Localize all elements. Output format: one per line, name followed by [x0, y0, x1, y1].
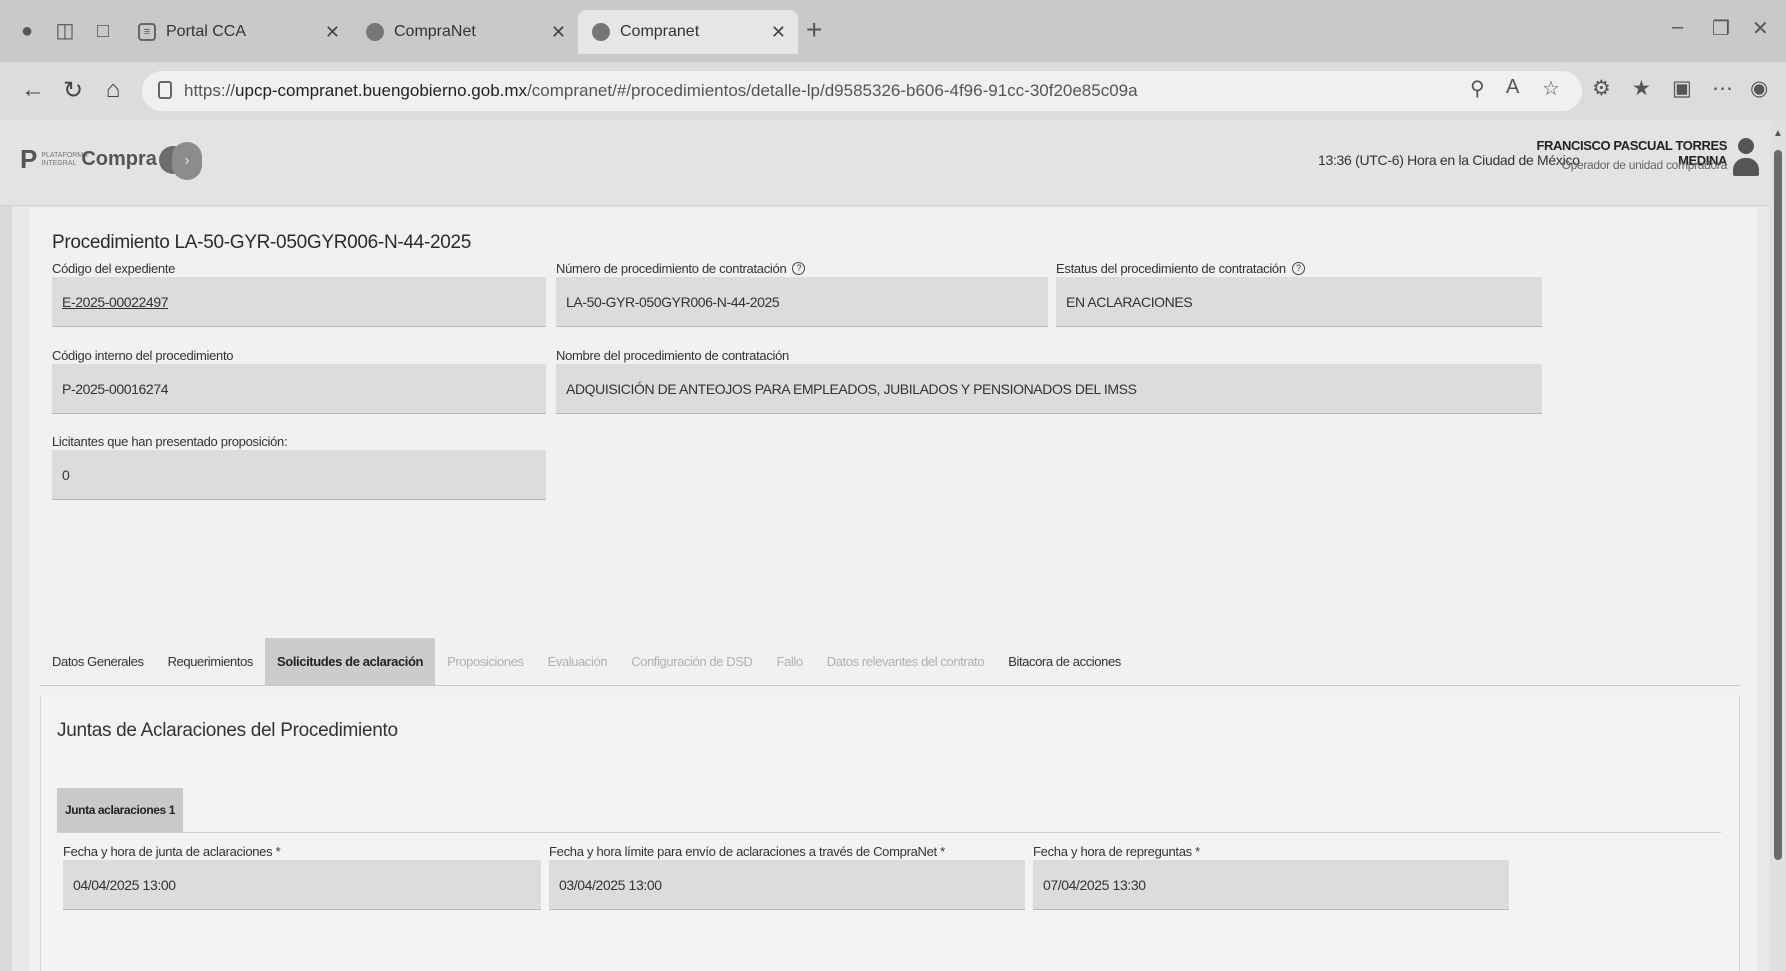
zoom-icon[interactable]: ⚲ [1470, 76, 1485, 101]
user-icon-head [1738, 138, 1754, 154]
help-icon[interactable]: ? [1291, 262, 1305, 275]
page-info-icon[interactable] [158, 81, 172, 99]
juntas-section: Juntas de Aclaraciones del Procedimiento… [40, 696, 1740, 971]
tab-proposiciones: Proposiciones [447, 654, 524, 669]
tab-label: Portal CCA [166, 23, 247, 40]
tab-actions-icon[interactable]: □ [90, 18, 116, 44]
tab-portal-cca[interactable]: ≡ Portal CCA ✕ [124, 10, 352, 54]
collections-icon[interactable]: ▣ [1672, 76, 1692, 101]
url-field[interactable]: https://upcp-compranet.buengobierno.gob.… [142, 71, 1582, 111]
divider [57, 832, 1721, 833]
avatar[interactable] [1732, 138, 1760, 178]
globe-icon [366, 23, 384, 41]
codigo-expediente-label: Código del expediente [52, 261, 176, 276]
tab-configuracion-dsd: Configuración de DSD [631, 654, 753, 669]
tab-label: CompraNet [394, 23, 476, 40]
url-prefix: https:// [184, 81, 236, 100]
procedure-tabs: Datos Generales Requerimientos Solicitud… [40, 638, 1740, 686]
restore-icon[interactable]: ❐ [1712, 16, 1730, 41]
tab-requerimientos[interactable]: Requerimientos [156, 638, 265, 685]
codigo-interno-field: P-2025-00016274 [52, 364, 546, 414]
tab-datos-generales[interactable]: Datos Generales [40, 638, 156, 685]
new-tab-icon[interactable]: + [806, 14, 822, 46]
favorites-icon[interactable]: ★ [1632, 76, 1651, 101]
compranet-logo[interactable]: P PLATAFORMA INTEGRAL Compra [20, 144, 187, 175]
procedure-card: Procedimiento LA-50-GYR-050GYR006-N-44-2… [30, 208, 1758, 971]
estatus-label: Estatus del procedimiento de contratació… [1056, 261, 1305, 276]
fecha-junta-field: 04/04/2025 13:00 [63, 860, 541, 910]
more-icon[interactable]: ⋯ [1712, 76, 1733, 101]
nombre-procedimiento-label: Nombre del procedimiento de contratación [556, 348, 789, 363]
tab-junta-aclaraciones-1[interactable]: Junta aclaraciones 1 [57, 788, 183, 832]
page-title: Procedimiento LA-50-GYR-050GYR006-N-44-2… [52, 232, 472, 253]
tab-datos-relevantes-contrato: Datos relevantes del contrato [826, 654, 985, 669]
app-header: P PLATAFORMA INTEGRAL Compra › 13:36 (UT… [0, 120, 1770, 206]
codigo-interno-label: Código interno del procedimiento [52, 348, 234, 363]
close-icon[interactable]: ✕ [551, 22, 566, 43]
close-icon[interactable]: ✕ [771, 22, 786, 43]
url-host: upcp-compranet.buengobierno.gob.mx [235, 81, 528, 100]
profile-icon[interactable]: ● [14, 18, 40, 44]
main-content: Procedimiento LA-50-GYR-050GYR006-N-44-2… [12, 206, 1770, 971]
minimize-icon[interactable]: – [1672, 16, 1683, 39]
tab-evaluacion: Evaluación [547, 654, 608, 669]
fecha-limite-field: 03/04/2025 13:00 [549, 860, 1025, 910]
browser-tab-bar: ● ◫ □ ≡ Portal CCA ✕ CompraNet ✕ Compran… [0, 0, 1786, 62]
nombre-procedimiento-field: ADQUISICIÓN DE ANTEOJOS PARA EMPLEADOS, … [556, 364, 1542, 414]
licitantes-field: 0 [52, 450, 546, 500]
user-icon-body [1733, 158, 1759, 176]
help-icon[interactable]: ? [792, 262, 806, 275]
document-icon: ≡ [138, 23, 156, 41]
user-role: Operador de unidad compradora [1561, 158, 1728, 172]
fecha-repreguntas-label: Fecha y hora de repreguntas * [1033, 844, 1200, 859]
tab-bitacora-acciones[interactable]: Bitacora de acciones [996, 638, 1133, 685]
workspaces-icon[interactable]: ◫ [52, 18, 78, 44]
tab-fallo: Fallo [776, 654, 804, 669]
url-path: /compranet/#/procedimientos/detalle-lp/d… [527, 81, 1138, 100]
globe-icon [592, 23, 610, 41]
fecha-limite-label: Fecha y hora límite para envío de aclara… [549, 844, 945, 859]
window-close-icon[interactable]: ✕ [1752, 16, 1769, 41]
numero-procedimiento-label: Número de procedimiento de contratación? [556, 261, 806, 276]
extensions-icon[interactable]: ⚙ [1592, 76, 1611, 101]
address-bar-row: ← ↻ ⌂ https://upcp-compranet.buengobiern… [0, 62, 1786, 120]
fecha-repreguntas-field: 07/04/2025 13:30 [1033, 860, 1509, 910]
licitantes-label: Licitantes que han presentado proposició… [52, 434, 288, 449]
menu-toggle-button[interactable]: › [172, 142, 202, 180]
estatus-field: EN ACLARACIONES [1056, 277, 1542, 327]
read-aloud-icon[interactable]: A [1506, 76, 1519, 99]
fecha-junta-label: Fecha y hora de junta de aclaraciones * [63, 844, 281, 859]
tab-solicitudes-aclaracion[interactable]: Solicitudes de aclaración [265, 638, 436, 685]
back-icon[interactable]: ← [18, 76, 48, 104]
page-scrollbar[interactable]: ▲ [1770, 120, 1786, 971]
copilot-icon[interactable]: ◉ [1750, 76, 1768, 101]
refresh-icon[interactable]: ↻ [58, 76, 88, 105]
scrollbar-thumb[interactable] [1774, 150, 1782, 860]
favorite-star-icon[interactable]: ☆ [1542, 76, 1560, 101]
scroll-up-icon[interactable]: ▲ [1773, 128, 1783, 139]
tab-label: Compranet [620, 23, 700, 40]
numero-procedimiento-field: LA-50-GYR-050GYR006-N-44-2025 [556, 277, 1048, 327]
section-title: Juntas de Aclaraciones del Procedimiento [57, 720, 398, 741]
tab-compranet-active[interactable]: Compranet ✕ [578, 10, 798, 54]
home-icon[interactable]: ⌂ [98, 76, 128, 104]
tab-compranet-1[interactable]: CompraNet ✕ [352, 10, 578, 54]
codigo-expediente-field[interactable]: E-2025-00022497 [52, 277, 546, 327]
close-icon[interactable]: ✕ [325, 22, 340, 43]
